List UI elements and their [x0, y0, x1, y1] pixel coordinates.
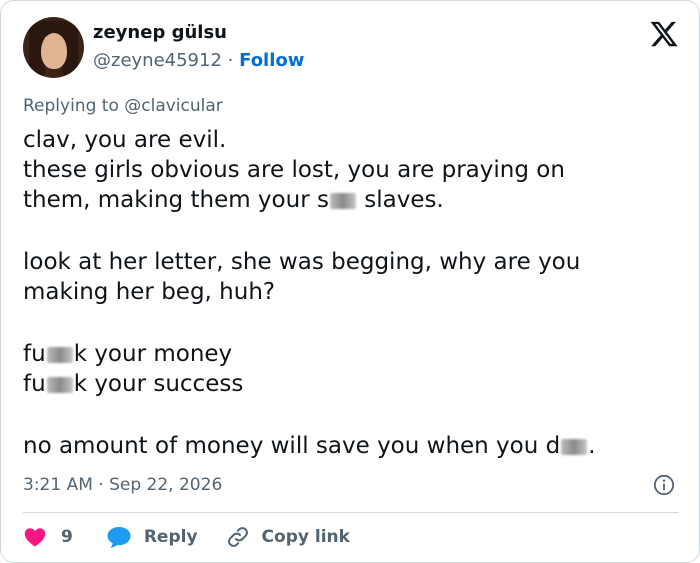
like-button[interactable]: 9: [23, 525, 73, 549]
follow-button[interactable]: Follow: [239, 50, 304, 71]
copy-link-label: Copy link: [261, 527, 350, 547]
reply-target-link[interactable]: @clavicular: [124, 96, 223, 116]
tweet-card: zeynep gülsu @zeyne45912 · Follow Replyi…: [0, 0, 700, 563]
tweet-line: these girls obvious are lost, you are pr…: [23, 157, 565, 183]
tweet-line: clav, you are evil.: [23, 127, 227, 153]
tweet-line: them, making them your s slaves.: [23, 187, 444, 213]
link-icon: [227, 527, 248, 547]
tweet-line: no amount of money will save you when yo…: [23, 433, 596, 459]
like-count: 9: [61, 527, 73, 547]
tweet-line: fu k your success: [23, 371, 244, 397]
tweet-date: Sep 22, 2026: [109, 475, 223, 495]
censor-blur: [46, 346, 73, 363]
divider: [23, 512, 679, 513]
timestamp-separator: ·: [98, 475, 104, 495]
reply-label: Reply: [143, 527, 198, 547]
info-icon[interactable]: [653, 474, 675, 496]
tweet-line: making her beg, huh?: [23, 279, 276, 305]
tweet-line: fu k your money: [23, 341, 233, 367]
reply-context: Replying to @clavicular: [23, 96, 223, 116]
censor-blur: [561, 438, 588, 455]
censor-blur: [46, 376, 73, 393]
tweet-line: look at her letter, she was begging, why…: [23, 249, 581, 275]
action-bar: 9 Reply Copy link: [23, 522, 350, 552]
timestamp[interactable]: 3:21 AM · Sep 22, 2026: [23, 475, 222, 495]
reply-button[interactable]: Reply: [106, 525, 198, 549]
author-handle[interactable]: @zeyne45912: [93, 50, 222, 71]
x-logo-icon[interactable]: [649, 19, 679, 49]
heart-icon: [24, 528, 46, 547]
censor-blur: [329, 192, 356, 209]
tweet-text: clav, you are evil. these girls obvious …: [23, 125, 673, 461]
speech-bubble-icon: [107, 527, 131, 548]
tweet-time: 3:21 AM: [23, 475, 93, 495]
avatar[interactable]: [23, 17, 84, 78]
author-name[interactable]: zeynep gülsu: [93, 22, 227, 43]
reply-prefix: Replying to: [23, 96, 125, 116]
handle-separator: ·: [227, 50, 234, 71]
author-handle-row: @zeyne45912 · Follow: [93, 50, 304, 71]
copy-link-button[interactable]: Copy link: [226, 525, 350, 549]
